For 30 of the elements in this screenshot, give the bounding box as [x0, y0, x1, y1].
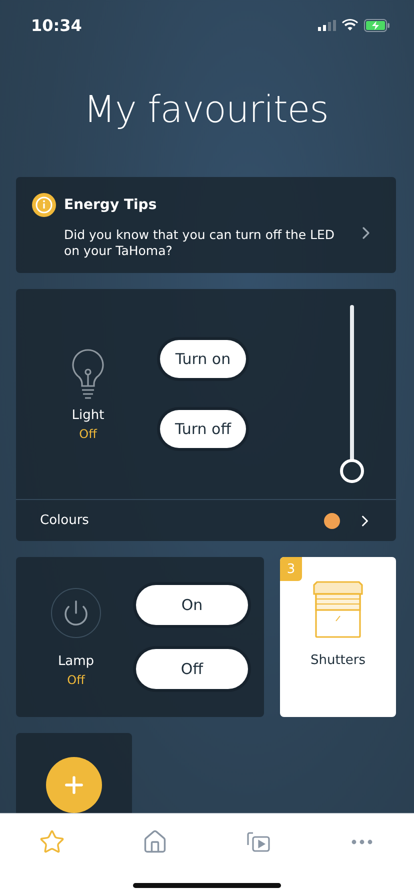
light-switch-button[interactable]: Turn off	[160, 410, 246, 448]
light-bulb-icon	[71, 348, 105, 400]
info-icon	[32, 193, 56, 217]
device-state: Off	[79, 426, 97, 441]
colours-label: Colours	[40, 513, 90, 528]
signal-icon	[318, 20, 336, 30]
shutters-label: Shutters	[310, 653, 366, 668]
battery-icon	[364, 18, 390, 32]
status-time: 10:34	[31, 16, 82, 34]
device-name: Lamp	[58, 654, 94, 668]
device-name: Light	[72, 408, 104, 423]
device-state: Off	[67, 672, 85, 686]
media-icon	[246, 829, 272, 855]
count-badge: 3	[280, 557, 302, 581]
home-icon	[142, 829, 168, 855]
colours-row[interactable]: Colours	[16, 500, 396, 541]
power-icon	[51, 588, 101, 638]
shutters-card[interactable]: 3 Shutters	[280, 557, 396, 717]
lamp-switch-button[interactable]: Off	[136, 649, 248, 689]
shutter-icon	[311, 581, 365, 639]
energy-tips-card[interactable]: Energy Tips Did you know that you can turn off the LED on your TaHoma?	[16, 177, 396, 274]
tip-title: Energy Tips	[64, 197, 157, 213]
slider-thumb[interactable]	[340, 459, 364, 484]
page-title: My favourites	[82, 88, 330, 131]
star-icon	[38, 829, 65, 855]
dimmer-slider[interactable]	[340, 305, 364, 484]
lamp-switch-button[interactable]: On	[136, 585, 248, 625]
wifi-icon	[342, 19, 358, 31]
light-switch-button[interactable]: Turn on	[160, 340, 246, 378]
tip-text: Did you know that you can turn off the LED on your TaHoma?	[63, 227, 336, 259]
